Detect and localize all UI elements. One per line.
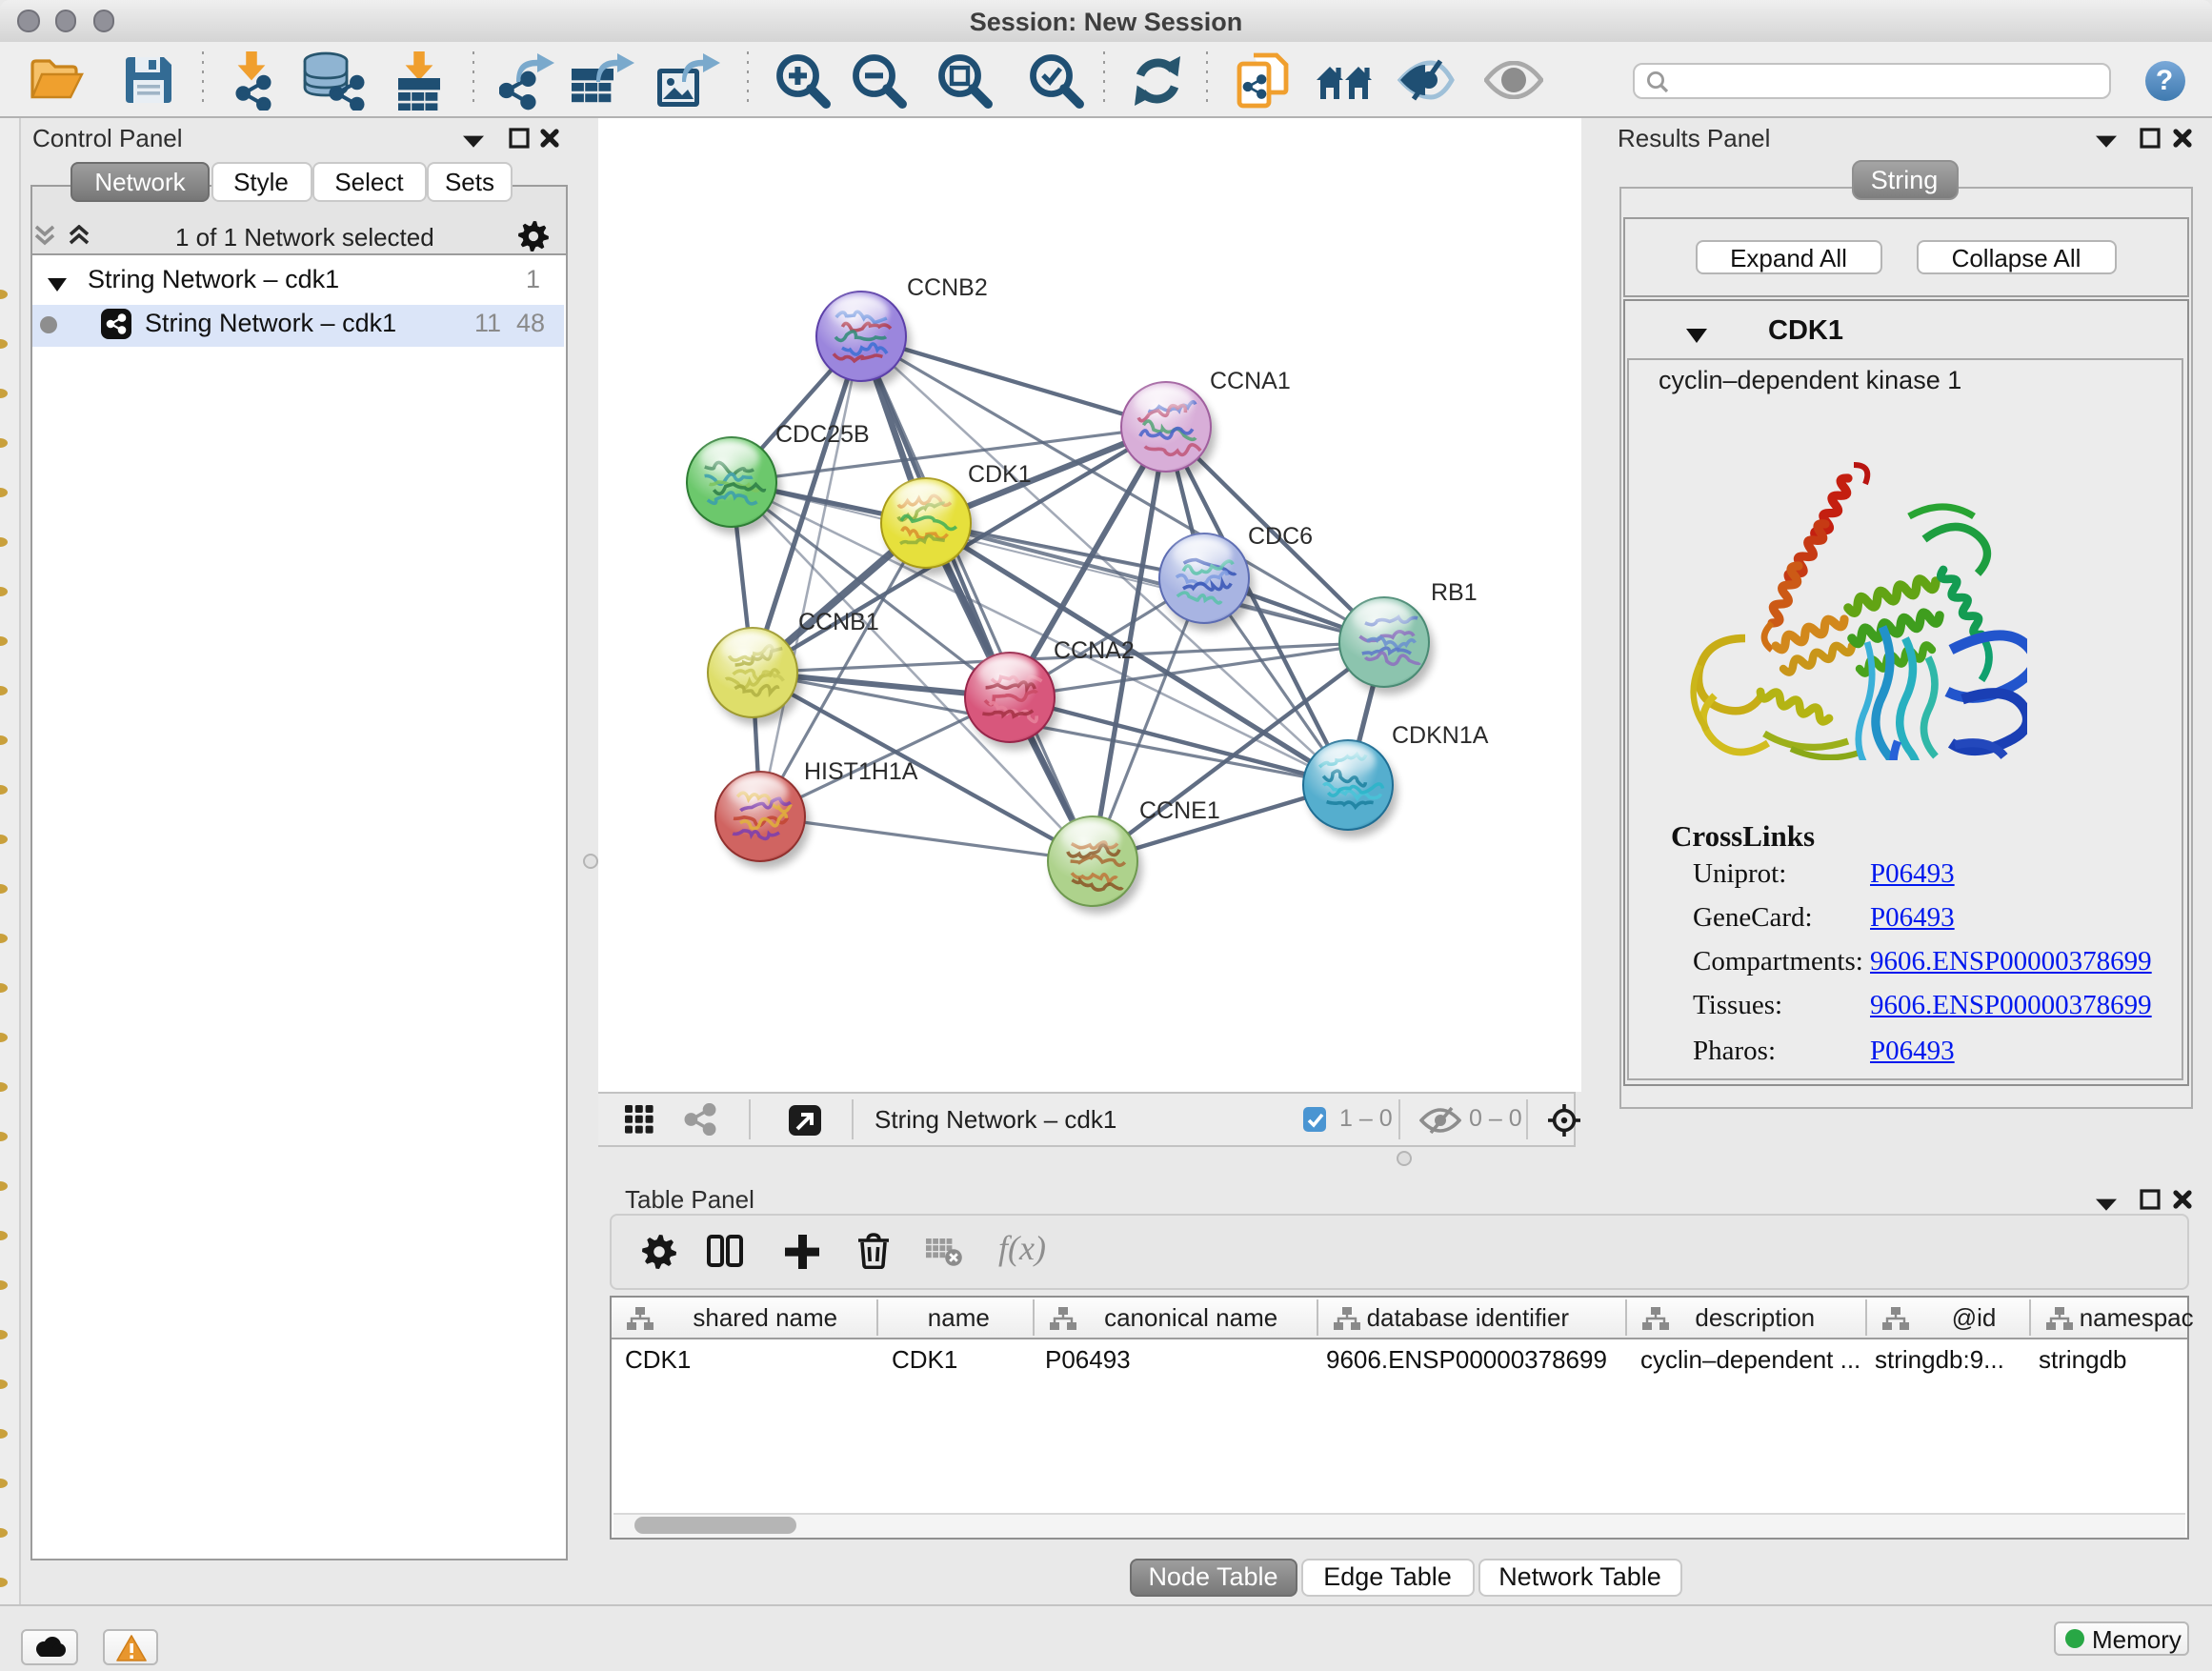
svg-text:CDC6: CDC6 xyxy=(1248,522,1313,549)
svg-text:CCNE1: CCNE1 xyxy=(1139,796,1220,823)
svg-text:CDKN1A: CDKN1A xyxy=(1392,721,1489,748)
svg-text:CCNB2: CCNB2 xyxy=(907,273,988,300)
svg-text:CDC25B: CDC25B xyxy=(775,420,870,447)
svg-text:CCNA2: CCNA2 xyxy=(1054,636,1135,663)
svg-text:CCNA1: CCNA1 xyxy=(1210,367,1291,393)
svg-text:HIST1H1A: HIST1H1A xyxy=(804,757,918,784)
svg-text:RB1: RB1 xyxy=(1431,578,1478,605)
svg-text:CCNB1: CCNB1 xyxy=(798,608,879,634)
svg-text:CDK1: CDK1 xyxy=(968,460,1032,487)
